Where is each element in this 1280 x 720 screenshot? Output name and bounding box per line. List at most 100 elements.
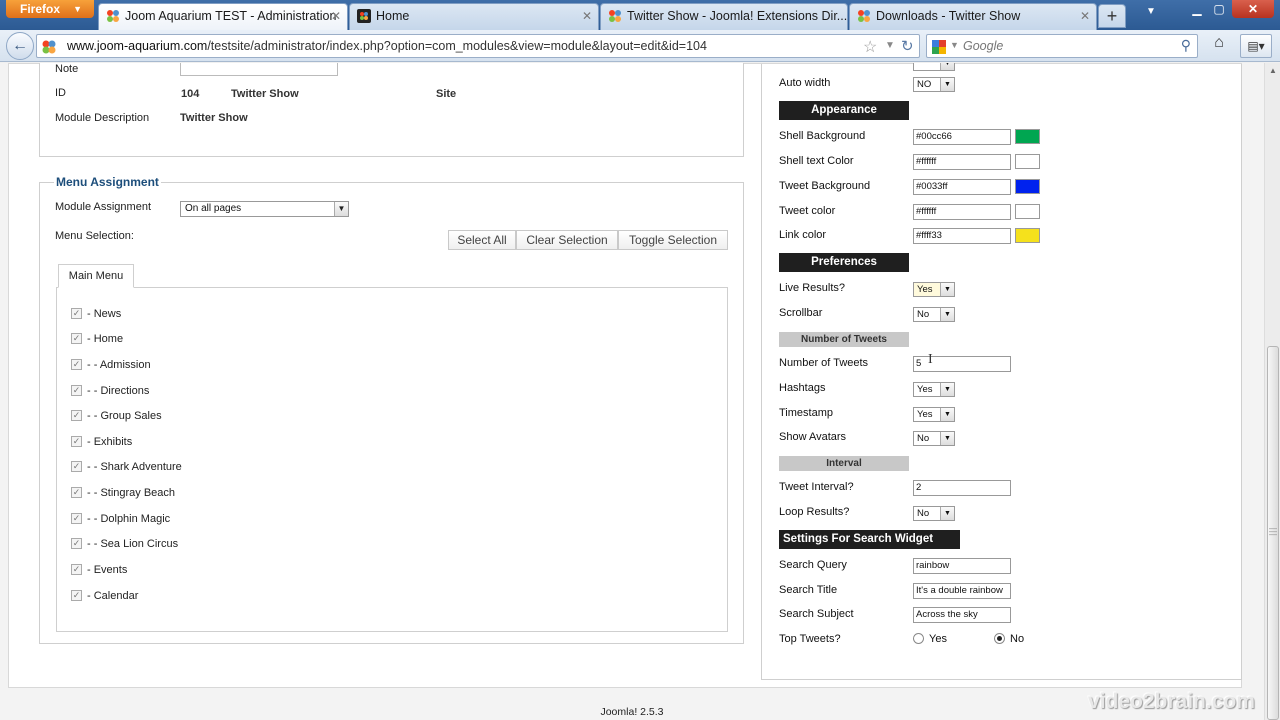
tweet-color-label: Tweet color — [779, 205, 836, 217]
link-color-swatch[interactable] — [1015, 228, 1040, 243]
show-avatars-select[interactable]: No ▼ — [913, 431, 955, 446]
search-engine-dropdown-icon[interactable]: ▼ — [950, 40, 959, 50]
tab-joom-aquarium-admin[interactable]: Joom Aquarium TEST - Administration ✕ — [98, 3, 348, 30]
url-bar[interactable]: www.joom-aquarium.com/testsite/administr… — [36, 34, 920, 58]
tweet-background-swatch[interactable] — [1015, 179, 1040, 194]
checkbox-checked[interactable]: ✓ — [71, 460, 82, 472]
tab-title: Downloads - Twitter Show — [876, 9, 1021, 23]
minimize-icon[interactable]: ▁ — [1186, 0, 1208, 18]
top-tweets-no-option[interactable]: No — [994, 632, 1024, 645]
tweet-color-swatch[interactable] — [1015, 204, 1040, 219]
url-text[interactable]: www.joom-aquarium.com/testsite/administr… — [67, 39, 707, 53]
search-query-input[interactable]: rainbow — [913, 558, 1011, 574]
tab-title: Joom Aquarium TEST - Administration — [125, 9, 337, 23]
new-tab-button[interactable]: + — [1098, 4, 1126, 28]
select-all-button[interactable]: Select All — [448, 230, 516, 250]
checkbox-checked[interactable]: ✓ — [71, 332, 82, 344]
close-icon[interactable]: ✕ — [331, 4, 341, 28]
list-item[interactable]: ✓ - Home — [71, 332, 123, 349]
search-title-input[interactable]: It's a double rainbow — [913, 583, 1011, 599]
menu-selection-label: Menu Selection: — [55, 230, 134, 242]
checkbox-checked[interactable]: ✓ — [71, 435, 82, 447]
list-item[interactable]: ✓ - - Sea Lion Circus — [71, 537, 178, 554]
tab-main-menu[interactable]: Main Menu — [58, 264, 134, 288]
joomla-site-icon — [42, 40, 56, 54]
tweet-interval-input[interactable]: 2 — [913, 480, 1011, 496]
close-icon[interactable]: ✕ — [1080, 4, 1090, 28]
list-item[interactable]: ✓ - - Stingray Beach — [71, 486, 175, 503]
chevron-down-icon: ▼ — [940, 63, 954, 70]
back-arrow-icon[interactable]: ← — [6, 32, 34, 60]
list-item[interactable]: ✓ - - Admission — [71, 358, 151, 375]
search-input[interactable]: Google — [963, 39, 1003, 53]
checkbox-checked[interactable]: ✓ — [71, 589, 82, 601]
checkbox-checked[interactable]: ✓ — [71, 486, 82, 498]
search-subject-input[interactable]: Across the sky — [913, 607, 1011, 623]
hidden-select-top[interactable]: ▼ — [913, 63, 955, 71]
auto-width-select[interactable]: NO ▼ — [913, 77, 955, 92]
tab-twitter-show-jed[interactable]: Twitter Show - Joomla! Extensions Dir... — [600, 3, 848, 30]
bookmark-star-icon[interactable]: ☆ — [863, 37, 877, 57]
top-tweets-yes-option[interactable]: Yes — [913, 632, 947, 645]
note-input[interactable] — [180, 63, 338, 76]
list-item[interactable]: ✓ - - Directions — [71, 384, 149, 401]
toggle-selection-button[interactable]: Toggle Selection — [618, 230, 728, 250]
tweet-background-input[interactable]: #0033ff — [913, 179, 1011, 195]
list-item[interactable]: ✓ - - Group Sales — [71, 409, 162, 426]
home-icon[interactable]: ⌂ — [1208, 34, 1230, 56]
scrollbar-label: Scrollbar — [779, 307, 823, 319]
tab-downloads-twitter-show[interactable]: Downloads - Twitter Show ✕ — [849, 3, 1097, 30]
radio-yes[interactable] — [913, 632, 924, 644]
tab-home[interactable]: Home ✕ — [349, 3, 599, 30]
module-assignment-select[interactable]: On all pages ▼ — [180, 201, 349, 217]
search-title-label: Search Title — [779, 584, 838, 596]
tweet-color-input[interactable]: #ffffff — [913, 204, 1011, 220]
checkbox-checked[interactable]: ✓ — [71, 563, 82, 575]
list-item[interactable]: ✓ - News — [71, 307, 121, 324]
shell-text-color-label: Shell text Color — [779, 155, 854, 167]
checkbox-checked[interactable]: ✓ — [71, 358, 82, 370]
hashtags-select[interactable]: Yes ▼ — [913, 382, 955, 397]
checkbox-checked[interactable]: ✓ — [71, 537, 82, 549]
timestamp-select[interactable]: Yes ▼ — [913, 407, 955, 422]
search-query-label: Search Query — [779, 559, 847, 571]
list-item[interactable]: ✓ - Exhibits — [71, 435, 132, 452]
shell-text-color-swatch[interactable] — [1015, 154, 1040, 169]
shell-text-color-input[interactable]: #ffffff — [913, 154, 1011, 170]
page-scrollbar[interactable]: ▲ ― ― ― — [1264, 63, 1280, 720]
history-dropdown-icon[interactable]: ▼ — [885, 40, 895, 51]
radio-no-selected[interactable] — [994, 632, 1005, 644]
magnifier-icon[interactable]: ⚲ — [1181, 37, 1191, 54]
window-close-icon[interactable]: ✕ — [1232, 0, 1274, 18]
checkbox-checked[interactable]: ✓ — [71, 409, 82, 421]
list-item[interactable]: ✓ - - Dolphin Magic — [71, 512, 170, 529]
tweet-background-label: Tweet Background — [779, 180, 871, 192]
shell-background-input[interactable]: #00cc66 — [913, 129, 1011, 145]
close-icon[interactable]: ✕ — [582, 4, 592, 28]
firefox-menu-label: Firefox — [20, 2, 61, 16]
interval-header: Interval — [779, 456, 909, 471]
scrollbar-select[interactable]: No ▼ — [913, 307, 955, 322]
checkbox-checked[interactable]: ✓ — [71, 307, 82, 319]
list-item[interactable]: ✓ - - Shark Adventure — [71, 460, 182, 477]
firefox-menu-button[interactable]: Firefox ▼ — [6, 0, 94, 18]
search-bar[interactable]: ▼ Google ⚲ — [926, 34, 1198, 58]
scroll-thumb[interactable]: ― ― ― — [1267, 346, 1279, 720]
live-results-select[interactable]: Yes ▼ — [913, 282, 955, 297]
list-item[interactable]: ✓ - Calendar — [71, 589, 138, 606]
page-viewport: Note ID 104 Twitter Show Site Module Des… — [0, 63, 1264, 720]
reload-icon[interactable]: ↻ — [901, 37, 914, 55]
scroll-up-icon[interactable]: ▲ — [1265, 63, 1280, 79]
bookmarks-menu-icon[interactable]: ▤▾ — [1240, 34, 1272, 58]
shell-background-swatch[interactable] — [1015, 129, 1040, 144]
checkbox-checked[interactable]: ✓ — [71, 384, 82, 396]
top-tweets-label: Top Tweets? — [779, 633, 841, 645]
list-item[interactable]: ✓ - Events — [71, 563, 127, 580]
clear-selection-button[interactable]: Clear Selection — [516, 230, 618, 250]
loop-results-select[interactable]: No ▼ — [913, 506, 955, 521]
timestamp-label: Timestamp — [779, 407, 833, 419]
link-color-input[interactable]: #ffff33 — [913, 228, 1011, 244]
checkbox-checked[interactable]: ✓ — [71, 512, 82, 524]
maximize-icon[interactable]: ▢ — [1208, 0, 1230, 18]
tab-list-chevron-icon[interactable]: ▼ — [1146, 6, 1156, 17]
